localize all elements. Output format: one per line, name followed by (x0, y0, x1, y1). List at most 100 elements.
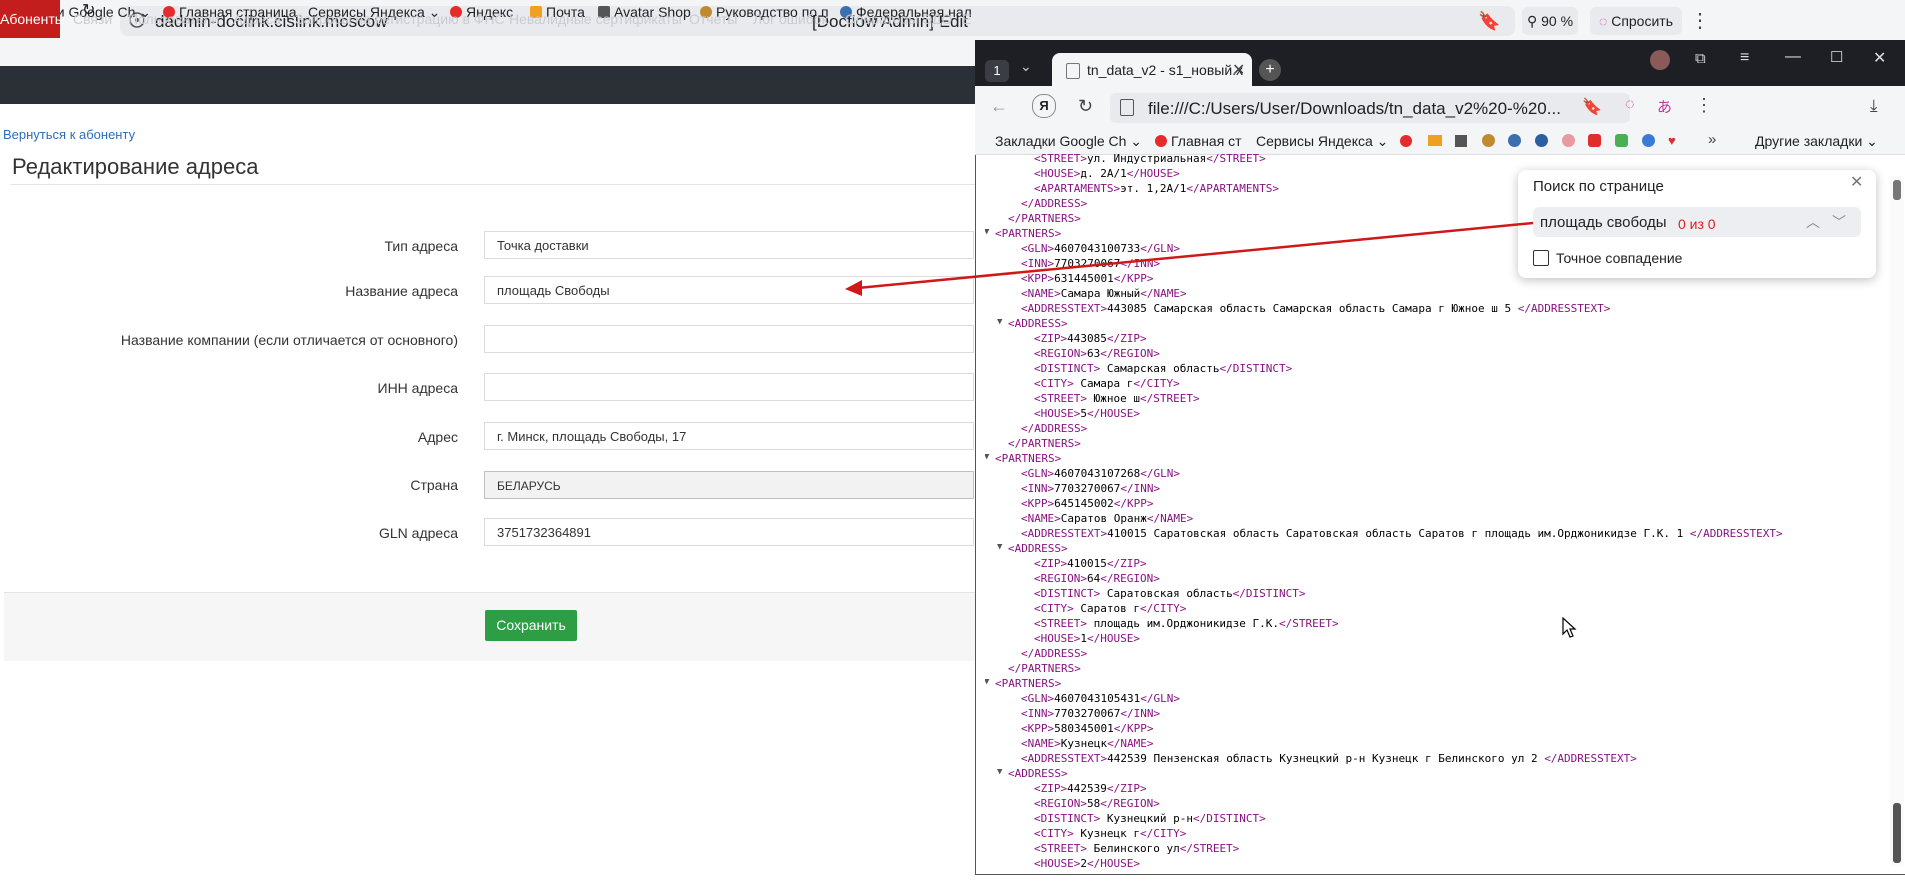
site-icon[interactable] (1562, 134, 1575, 147)
ask-button[interactable]: ◌ Спросить (1590, 7, 1682, 35)
gln-input[interactable]: 3751732364891 (484, 518, 974, 546)
collapse-triangle-icon[interactable]: ▼ (997, 542, 1002, 552)
xml-text: <GLN>4607043105431</GLN> (1021, 692, 1180, 705)
address-name-input[interactable]: площадь Свободы (484, 276, 974, 304)
xml-line: <REGION>58</REGION> (1034, 797, 1160, 810)
more-icon[interactable]: ⋮ (1690, 8, 1710, 33)
chevron-down-icon[interactable]: ﹀ (1832, 212, 1846, 232)
shop-icon[interactable] (1455, 135, 1467, 147)
xml-line: <INN>7703270067</INN> (1021, 707, 1160, 720)
heart-icon[interactable]: ♥ (1668, 133, 1676, 148)
yandex-icon[interactable]: Я (1032, 94, 1056, 118)
nav-links[interactable]: Связи (73, 11, 112, 27)
nav-fns-requests[interactable]: Запросы на регистрацию в ФНС (295, 11, 505, 27)
xml-text: <ADDRESS> (1008, 767, 1068, 780)
bookmark-label: Сервисы Яндекса (1256, 133, 1373, 149)
collapse-triangle-icon[interactable]: ▼ (997, 767, 1002, 777)
nav-edo-operators[interactable]: Операторы ЭДО (845, 11, 952, 27)
address-type-select[interactable]: Точка доставки (484, 231, 974, 259)
find-query[interactable]: площадь свободы (1540, 214, 1667, 231)
xml-text: <HOUSE>2</HOUSE> (1034, 857, 1140, 870)
collapse-triangle-icon[interactable]: ▼ (985, 452, 989, 462)
gear-icon[interactable] (1482, 134, 1495, 147)
scrollbar-thumb[interactable] (1893, 180, 1901, 200)
xml-text: <STREET> Белинского ул</STREET> (1034, 842, 1240, 855)
address-inn-input[interactable] (484, 373, 974, 401)
collections-icon[interactable]: ⧉ (1695, 50, 1706, 67)
xml-line: <STREET> Белинского ул</STREET> (1034, 842, 1239, 855)
collapse-triangle-icon[interactable]: ▼ (985, 677, 989, 687)
collapse-triangle-icon[interactable]: ▼ (997, 317, 1002, 327)
xml-line: <ADDRESSTEXT>410015 Саратовская область … (1021, 527, 1783, 540)
bookmark-icon[interactable]: 🔖 (1478, 11, 1500, 32)
more-icon[interactable]: ⋮ (1695, 95, 1713, 116)
xml-line: <HOUSE>2</HOUSE> (1034, 857, 1140, 870)
xml-text: </PARTNERS> (1008, 212, 1081, 225)
xml-text: <REGION>63</REGION> (1034, 347, 1160, 360)
tab-count-badge[interactable]: 1 (985, 60, 1009, 82)
translate-icon[interactable]: あ (1657, 96, 1672, 117)
xml-text: <CITY> Кузнецк г</CITY> (1034, 827, 1187, 840)
bot-icon[interactable] (1642, 134, 1655, 147)
close-window-icon[interactable]: ✕ (1873, 48, 1886, 68)
bookmark-main[interactable]: Главная ст (1155, 133, 1242, 149)
chevron-up-icon[interactable]: ︿ (1806, 212, 1820, 232)
apps-icon[interactable] (1615, 134, 1628, 147)
xml-text: <REGION>58</REGION> (1034, 797, 1160, 810)
yandex-icon[interactable] (1400, 135, 1412, 147)
country-select[interactable]: БЕЛАРУСЬ (484, 471, 974, 499)
menu-icon[interactable]: ≡ (1740, 49, 1749, 67)
bookmark-label: Закладки Google Ch (995, 133, 1127, 149)
maximize-icon[interactable]: ☐ (1830, 48, 1843, 66)
nav-subscribers[interactable]: Абоненты (0, 11, 65, 27)
url-text[interactable]: file:///C:/Users/User/Downloads/tn_data_… (1148, 99, 1561, 119)
xml-text: <PARTNERS> (995, 227, 1062, 240)
xml-text: </ADDRESS> (1021, 197, 1088, 210)
xml-line: </ADDRESS> (1021, 422, 1087, 435)
download-icon[interactable]: ⤓ (1870, 96, 1878, 116)
mail-icon[interactable] (1428, 135, 1442, 146)
nav-users[interactable]: Пользователи (128, 11, 219, 27)
reload-icon[interactable]: ↻ (1078, 96, 1093, 117)
back-icon[interactable]: ← (990, 96, 1008, 117)
xml-text: <CITY> Саратов г</CITY> (1034, 602, 1187, 615)
mouse-cursor-icon (1562, 617, 1577, 638)
zoom-indicator[interactable]: ⚲ 90 % (1522, 7, 1578, 35)
emblem-icon[interactable] (1508, 134, 1521, 147)
xml-text: <CITY> Самара г</CITY> (1034, 377, 1180, 390)
back-to-subscriber-link[interactable]: Вернуться к абоненту (3, 127, 135, 142)
overflow-chevron-icon[interactable]: » (1708, 131, 1716, 148)
xml-line: </ADDRESS> (1021, 872, 1087, 874)
nav-error-log[interactable]: Лог ошибок (753, 11, 828, 27)
nav-invalid-certs[interactable]: Невалидные сертификаты (509, 11, 682, 27)
address-input[interactable]: г. Минск, площадь Свободы, 17 (484, 422, 974, 450)
xml-text: <INN>7703270067</INN> (1021, 482, 1161, 495)
globe-icon[interactable] (1535, 134, 1548, 147)
bookmark-icon[interactable]: 🔖 (1582, 97, 1602, 117)
nav-more[interactable]: Е (962, 11, 971, 27)
scrollbar-marker[interactable] (1893, 803, 1901, 863)
avatar[interactable] (1650, 50, 1670, 70)
collapse-triangle-icon[interactable]: ▼ (985, 227, 989, 237)
company-name-input[interactable] (484, 325, 974, 353)
scrollbar[interactable] (1890, 176, 1904, 866)
close-icon[interactable]: ✕ (1850, 172, 1863, 192)
tabs-dropdown-icon[interactable]: ⌄ (1020, 58, 1032, 75)
save-button[interactable]: Сохранить (485, 610, 577, 641)
xml-text: <STREET> Южное ш</STREET> (1034, 392, 1200, 405)
market-icon[interactable] (1588, 134, 1601, 147)
label-address-type: Тип адреса (384, 238, 458, 254)
xml-text: <REGION>64</REGION> (1034, 572, 1160, 585)
exact-match-checkbox[interactable] (1533, 250, 1549, 266)
xml-line: <REGION>64</REGION> (1034, 572, 1160, 585)
new-tab-icon[interactable]: + (1259, 59, 1281, 81)
xml-text: <DISTINCT> Самарская область</DISTINCT> (1034, 362, 1293, 375)
find-count: 0 из 0 (1678, 216, 1716, 232)
nav-reports[interactable]: Отчеты (689, 11, 737, 27)
nav-addresses[interactable]: Адреса (233, 11, 281, 27)
minimize-icon[interactable]: — (1785, 48, 1801, 66)
xml-text: <PARTNERS> (995, 452, 1062, 465)
xml-line: <DISTINCT> Кузнецкий р-н</DISTINCT> (1034, 812, 1266, 825)
alice-icon[interactable]: ◌ (1625, 96, 1635, 114)
close-tab-icon[interactable]: ✕ (1232, 60, 1245, 80)
